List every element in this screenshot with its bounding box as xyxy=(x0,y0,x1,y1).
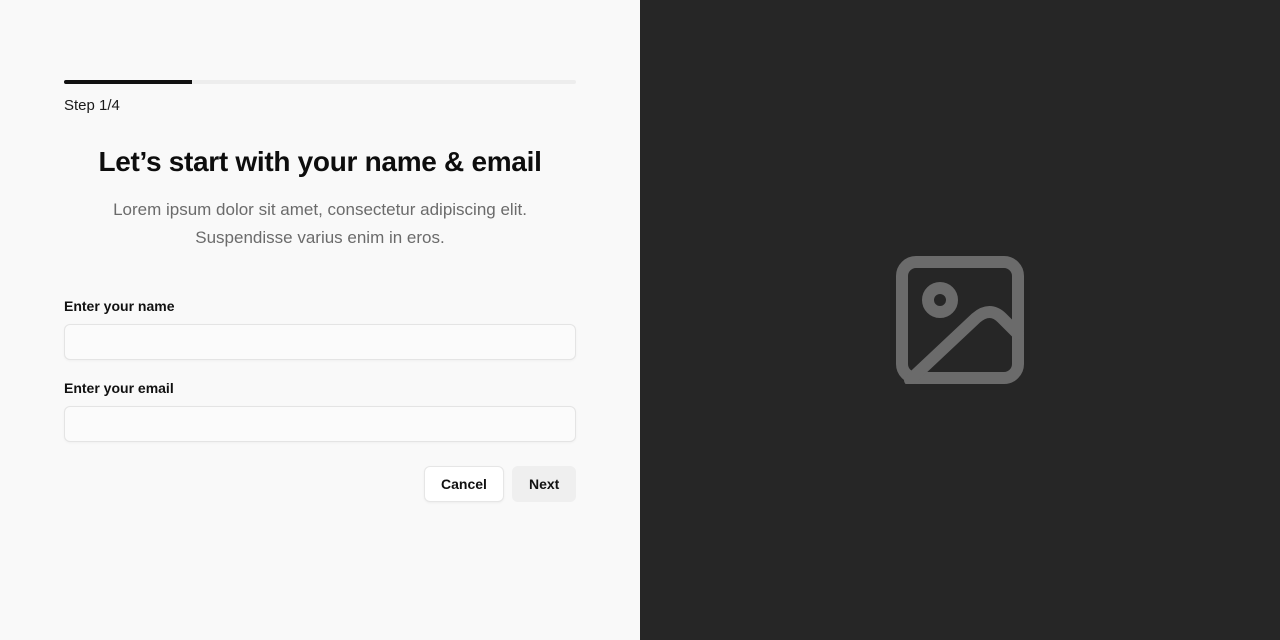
onboarding-page: Step 1/4 Let’s start with your name & em… xyxy=(0,0,1280,640)
progress-bar-fill xyxy=(64,80,192,84)
email-field-group: Enter your email xyxy=(64,378,576,442)
name-field-group: Enter your name xyxy=(64,296,576,360)
name-field-label: Enter your name xyxy=(64,298,175,314)
email-field-label: Enter your email xyxy=(64,380,174,396)
form-content: Step 1/4 Let’s start with your name & em… xyxy=(64,80,576,502)
form-fields: Enter your name Enter your email xyxy=(64,296,576,442)
page-subtitle: Lorem ipsum dolor sit amet, consectetur … xyxy=(64,196,576,252)
form-panel: Step 1/4 Let’s start with your name & em… xyxy=(0,0,640,640)
image-placeholder-icon xyxy=(896,256,1024,384)
progress-bar xyxy=(64,80,576,84)
cancel-button[interactable]: Cancel xyxy=(424,466,504,502)
next-button[interactable]: Next xyxy=(512,466,576,502)
step-indicator: Step 1/4 xyxy=(64,97,120,114)
media-panel xyxy=(640,0,1280,640)
email-input[interactable] xyxy=(64,406,576,442)
form-actions: Cancel Next xyxy=(64,466,576,502)
subtitle-line-2: Suspendisse varius enim in eros. xyxy=(195,228,445,247)
page-title: Let’s start with your name & email xyxy=(98,146,542,177)
subtitle-line-1: Lorem ipsum dolor sit amet, consectetur … xyxy=(113,200,527,219)
name-input[interactable] xyxy=(64,324,576,360)
